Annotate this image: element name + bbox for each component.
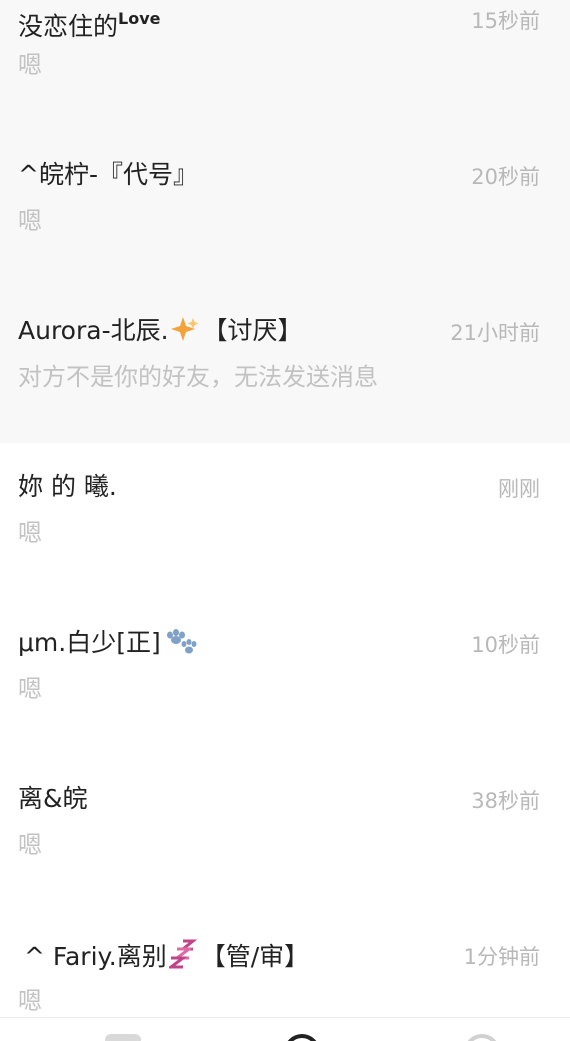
conversation-item[interactable]: 没恋住的Love 15秒前 嗯 bbox=[0, 0, 570, 131]
message-tab-icon[interactable] bbox=[105, 1034, 141, 1041]
conversation-time: 1分钟前 bbox=[463, 945, 540, 969]
conversation-item[interactable]: μm.白少[正] 10秒前 嗯 bbox=[0, 599, 570, 755]
conversation-name: 妳 的 曦. bbox=[18, 472, 117, 501]
name-tag: 【讨厌】 bbox=[202, 316, 303, 345]
bottom-tab-bar bbox=[0, 1017, 570, 1041]
conversation-time: 15秒前 bbox=[471, 9, 540, 33]
conversation-time: 38秒前 bbox=[471, 789, 540, 813]
conversation-preview: 嗯 bbox=[18, 987, 42, 1015]
contacts-tab-icon[interactable] bbox=[284, 1034, 320, 1041]
conversation-time: 21小时前 bbox=[450, 321, 540, 345]
conversation-name: Aurora-北辰. 【讨厌】 bbox=[18, 315, 303, 351]
conversation-time: 20秒前 bbox=[471, 165, 540, 189]
message-list-screen: 没恋住的Love 15秒前 嗯 ^皖柠-『代号』 20秒前 嗯 Aurora-北… bbox=[0, 0, 570, 1041]
name-superscript: Love bbox=[118, 9, 161, 28]
conversation-name: 没恋住的Love bbox=[18, 9, 161, 41]
conversation-item[interactable]: 妳 的 曦. 刚刚 嗯 bbox=[0, 443, 570, 599]
profile-tab-icon[interactable] bbox=[464, 1034, 500, 1041]
conversation-name: ^ Fariy.离别 【管/审】 bbox=[24, 939, 309, 977]
conversation-preview: 嗯 bbox=[18, 207, 42, 235]
name-tag: 【管/审】 bbox=[200, 942, 310, 971]
conversation-name: 离&皖 bbox=[18, 784, 88, 813]
conversation-name: ^皖柠-『代号』 bbox=[18, 160, 198, 189]
conversation-item[interactable]: Aurora-北辰. 【讨厌】 21小时前 对方不是你的好友，无法发送消息 bbox=[0, 287, 570, 443]
conversation-preview: 嗯 bbox=[18, 51, 42, 79]
conversation-preview: 嗯 bbox=[18, 675, 42, 703]
conversation-preview: 嗯 bbox=[18, 831, 42, 859]
sparkle-icon bbox=[170, 315, 201, 351]
conversation-name: μm.白少[正] bbox=[18, 627, 199, 663]
conversation-item[interactable]: 离&皖 38秒前 嗯 bbox=[0, 755, 570, 911]
conversation-list: 没恋住的Love 15秒前 嗯 ^皖柠-『代号』 20秒前 嗯 Aurora-北… bbox=[0, 0, 570, 1041]
conversation-time: 10秒前 bbox=[471, 633, 540, 657]
paw-icon bbox=[163, 629, 197, 663]
conversation-item[interactable]: ^皖柠-『代号』 20秒前 嗯 bbox=[0, 131, 570, 287]
conversation-preview: 对方不是你的好友，无法发送消息 bbox=[18, 363, 378, 391]
zzz-icon bbox=[166, 939, 199, 977]
conversation-preview: 嗯 bbox=[18, 519, 42, 547]
conversation-time: 刚刚 bbox=[498, 477, 540, 501]
